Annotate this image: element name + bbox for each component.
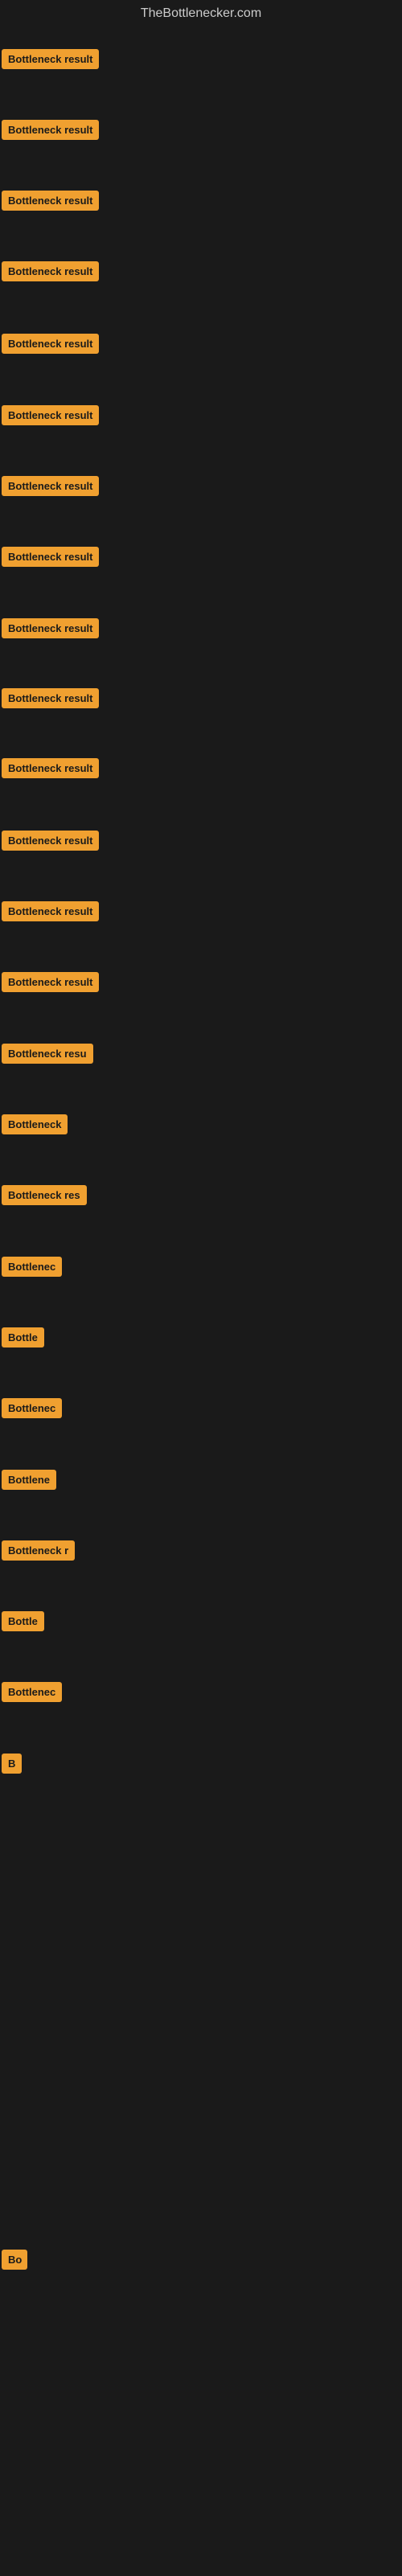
bottleneck-item[interactable]: Bottleneck res <box>2 1185 87 1209</box>
bottleneck-item[interactable]: Bottleneck result <box>2 547 99 571</box>
bottleneck-badge[interactable]: Bottleneck result <box>2 261 99 281</box>
bottleneck-badge[interactable]: Bottlenec <box>2 1682 62 1702</box>
bottleneck-item[interactable]: Bottleneck result <box>2 191 99 215</box>
bottleneck-badge[interactable]: Bottlenec <box>2 1398 62 1418</box>
bottleneck-item[interactable]: Bottleneck result <box>2 901 99 925</box>
bottleneck-item[interactable]: Bottle <box>2 1611 44 1635</box>
bottleneck-badge[interactable]: Bottle <box>2 1611 44 1631</box>
bottleneck-item[interactable]: Bottleneck result <box>2 972 99 996</box>
bottleneck-badge[interactable]: Bo <box>2 2250 27 2270</box>
bottleneck-badge[interactable]: Bottleneck result <box>2 831 99 851</box>
items-container: Bottleneck result Bottleneck result Bottle… <box>0 27 402 2576</box>
bottleneck-item[interactable]: Bottleneck r <box>2 1540 75 1565</box>
bottleneck-item[interactable]: Bo <box>2 2250 27 2274</box>
bottleneck-item[interactable]: Bottleneck result <box>2 120 99 144</box>
bottleneck-badge[interactable]: Bottleneck result <box>2 405 99 425</box>
bottleneck-badge[interactable]: Bottleneck result <box>2 476 99 496</box>
bottleneck-badge[interactable]: Bottleneck result <box>2 618 99 638</box>
bottleneck-badge[interactable]: Bottleneck resu <box>2 1044 93 1064</box>
bottleneck-item[interactable]: Bottleneck resu <box>2 1044 93 1068</box>
bottleneck-badge[interactable]: Bottlene <box>2 1470 56 1490</box>
bottleneck-item[interactable]: Bottleneck result <box>2 261 99 285</box>
site-title: TheBottlenecker.com <box>0 0 402 27</box>
bottleneck-item[interactable]: Bottleneck result <box>2 405 99 429</box>
bottleneck-badge[interactable]: Bottleneck result <box>2 120 99 140</box>
bottleneck-badge[interactable]: Bottleneck result <box>2 49 99 69</box>
bottleneck-badge[interactable]: Bottleneck res <box>2 1185 87 1205</box>
bottleneck-item[interactable]: B <box>2 1754 22 1778</box>
bottleneck-item[interactable]: Bottleneck result <box>2 688 99 712</box>
bottleneck-badge[interactable]: Bottleneck result <box>2 972 99 992</box>
bottleneck-item[interactable]: Bottleneck result <box>2 49 99 73</box>
bottleneck-badge[interactable]: Bottleneck result <box>2 191 99 211</box>
bottleneck-item[interactable]: Bottleneck result <box>2 476 99 500</box>
bottleneck-item[interactable]: Bottleneck result <box>2 758 99 782</box>
bottleneck-badge[interactable]: Bottleneck result <box>2 334 99 354</box>
bottleneck-item[interactable]: Bottlenec <box>2 1257 62 1281</box>
bottleneck-item[interactable]: Bottleneck result <box>2 334 99 358</box>
bottleneck-badge[interactable]: Bottleneck result <box>2 901 99 921</box>
bottleneck-badge[interactable]: B <box>2 1754 22 1774</box>
bottleneck-item[interactable]: Bottleneck result <box>2 618 99 642</box>
bottleneck-item[interactable]: Bottle <box>2 1327 44 1352</box>
bottleneck-badge[interactable]: Bottleneck result <box>2 688 99 708</box>
bottleneck-item[interactable]: Bottlene <box>2 1470 56 1494</box>
bottleneck-badge[interactable]: Bottlenec <box>2 1257 62 1277</box>
bottleneck-item[interactable]: Bottleneck <box>2 1114 68 1138</box>
bottleneck-badge[interactable]: Bottleneck <box>2 1114 68 1134</box>
bottleneck-badge[interactable]: Bottleneck result <box>2 758 99 778</box>
site-header: TheBottlenecker.com <box>0 0 402 27</box>
bottleneck-item[interactable]: Bottleneck result <box>2 831 99 855</box>
bottleneck-item[interactable]: Bottlenec <box>2 1682 62 1706</box>
bottleneck-item[interactable]: Bottlenec <box>2 1398 62 1422</box>
bottleneck-badge[interactable]: Bottleneck result <box>2 547 99 567</box>
bottleneck-badge[interactable]: Bottleneck r <box>2 1540 75 1561</box>
bottleneck-badge[interactable]: Bottle <box>2 1327 44 1347</box>
